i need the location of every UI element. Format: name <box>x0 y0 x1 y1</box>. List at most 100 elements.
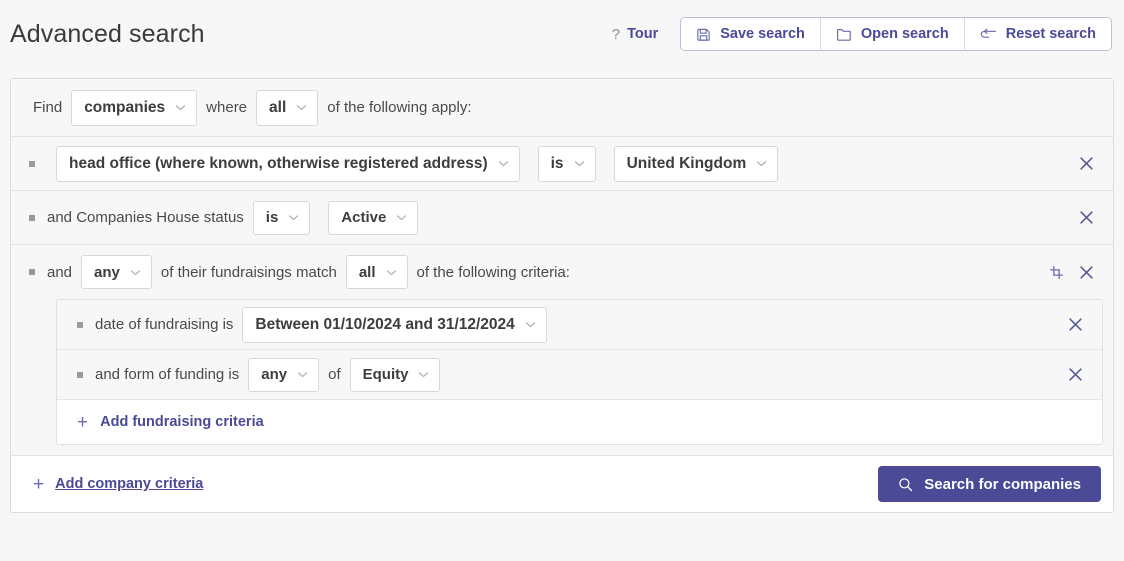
criterion-operator-select[interactable]: is <box>537 145 596 182</box>
following-apply-label: of the following apply: <box>327 99 472 116</box>
match-mode-select[interactable]: all <box>256 89 319 126</box>
duplicate-icon <box>1049 265 1063 279</box>
criterion-prefix-label: and Companies House status <box>47 209 244 226</box>
duplicate-group-button[interactable] <box>1043 259 1069 285</box>
status-operator-value: is <box>265 209 279 226</box>
fundraising-criterion-row-form-of-funding: and form of funding is any of Equity <box>57 350 1102 400</box>
bullet-icon <box>29 214 35 221</box>
add-fundraising-criteria-link[interactable]: + Add fundraising criteria <box>77 413 264 432</box>
date-range-select[interactable]: Between 01/10/2024 and 31/12/2024 <box>242 306 547 343</box>
funding-quantifier-value: any <box>261 366 288 383</box>
group-middle-label: of their fundraisings match <box>160 263 337 281</box>
folder-icon <box>836 27 852 42</box>
chevron-down-icon <box>756 161 767 167</box>
remove-group-button[interactable] <box>1073 259 1099 285</box>
add-company-criteria-link[interactable]: + Add company criteria <box>33 475 203 494</box>
find-label: Find <box>33 99 63 116</box>
find-row: Find companies where all of the followin… <box>11 79 1113 137</box>
chevron-down-icon <box>297 372 308 378</box>
chevron-down-icon <box>130 269 141 275</box>
remove-criterion-button[interactable] <box>1073 205 1099 231</box>
remove-fundraising-criterion-button[interactable] <box>1062 312 1088 338</box>
match-mode-value: all <box>269 98 287 116</box>
query-footer: + Add company criteria Search for compan… <box>11 456 1113 512</box>
search-actions-group: Save search Open search Reset search <box>680 17 1112 51</box>
group-match-select[interactable]: all <box>345 255 408 289</box>
criterion-field-select[interactable]: head office (where known, otherwise regi… <box>56 145 520 182</box>
group-quantifier-value: any <box>94 263 120 281</box>
chevron-down-icon <box>525 322 536 328</box>
group-actions <box>1043 259 1099 285</box>
chevron-down-icon <box>498 161 508 167</box>
funding-of-label: of <box>328 366 341 383</box>
criterion-row-head-office: head office (where known, otherwise regi… <box>11 137 1113 191</box>
tour-label: Tour <box>627 26 659 42</box>
where-label: where <box>206 99 248 116</box>
close-icon <box>1068 368 1082 381</box>
bullet-icon <box>29 269 35 275</box>
close-icon <box>1079 157 1093 170</box>
fundraisings-group-header: and any of their fundraisings match all … <box>11 245 1113 299</box>
fundraisings-group: and any of their fundraisings match all … <box>11 245 1113 456</box>
bullet-icon <box>29 160 35 167</box>
criterion-operator-value: is <box>550 154 564 172</box>
chevron-down-icon <box>175 105 186 111</box>
save-search-label: Save search <box>720 26 805 42</box>
save-disk-icon <box>696 27 711 42</box>
date-criterion-label: date of fundraising is <box>95 316 234 333</box>
funding-type-value: Equity <box>362 366 409 383</box>
fundraising-criteria-list: date of fundraising is Between 01/10/202… <box>56 299 1103 445</box>
chevron-down-icon <box>289 215 299 221</box>
page-header: Advanced search ? Tour Save search Open … <box>0 0 1124 68</box>
question-icon: ? <box>611 25 621 43</box>
criterion-value-select[interactable]: United Kingdom <box>613 145 779 182</box>
open-search-button[interactable]: Open search <box>819 18 964 50</box>
add-company-criteria-label: Add company criteria <box>55 476 204 492</box>
chevron-down-icon <box>574 161 584 167</box>
date-range-value: Between 01/10/2024 and 31/12/2024 <box>255 315 515 333</box>
open-search-label: Open search <box>860 26 949 42</box>
group-prefix-label: and <box>47 263 73 281</box>
tour-button[interactable]: ? Tour <box>612 26 658 42</box>
chevron-down-icon <box>297 105 307 111</box>
status-value-select[interactable]: Active <box>328 200 419 235</box>
remove-criterion-button[interactable] <box>1073 151 1099 177</box>
reset-search-button[interactable]: Reset search <box>963 18 1111 50</box>
entity-type-select[interactable]: companies <box>71 89 198 126</box>
reset-search-label: Reset search <box>1005 26 1096 42</box>
advanced-search-query-card: Find companies where all of the followin… <box>10 78 1114 513</box>
status-operator-select[interactable]: is <box>252 200 311 235</box>
close-icon <box>1079 211 1093 224</box>
remove-fundraising-criterion-button[interactable] <box>1062 362 1088 388</box>
search-icon <box>899 477 913 491</box>
group-quantifier-select[interactable]: any <box>81 255 152 289</box>
criterion-row-companies-house-status: and Companies House status is Active <box>11 191 1113 245</box>
criterion-value-text: United Kingdom <box>626 154 747 172</box>
save-search-button[interactable]: Save search <box>681 18 820 50</box>
group-suffix-label: of the following criteria: <box>416 263 570 281</box>
funding-quantifier-select[interactable]: any <box>248 357 320 392</box>
plus-icon: + <box>33 473 45 495</box>
chevron-down-icon <box>419 372 429 378</box>
reset-arrow-icon <box>980 27 997 41</box>
search-for-companies-button[interactable]: Search for companies <box>878 466 1101 502</box>
header-actions: ? Tour Save search Open search Reset sea… <box>612 17 1112 51</box>
chevron-down-icon <box>386 269 396 275</box>
search-button-label: Search for companies <box>924 475 1081 493</box>
add-fundraising-criteria-row: + Add fundraising criteria <box>57 400 1102 444</box>
add-fundraising-criteria-label: Add fundraising criteria <box>100 414 264 430</box>
chevron-down-icon <box>397 215 407 221</box>
criterion-field-value: head office (where known, otherwise regi… <box>69 154 488 172</box>
bullet-icon <box>77 371 83 378</box>
entity-type-value: companies <box>84 98 166 116</box>
status-value-text: Active <box>341 209 387 226</box>
fundraising-criterion-row-date: date of fundraising is Between 01/10/202… <box>57 300 1102 350</box>
funding-type-select[interactable]: Equity <box>349 357 441 392</box>
funding-criterion-label: and form of funding is <box>95 366 240 383</box>
close-icon <box>1068 318 1082 331</box>
bullet-icon <box>77 321 83 328</box>
page-title: Advanced search <box>10 19 205 48</box>
close-icon <box>1079 265 1093 279</box>
group-match-value: all <box>358 263 376 281</box>
plus-icon: + <box>77 411 89 433</box>
